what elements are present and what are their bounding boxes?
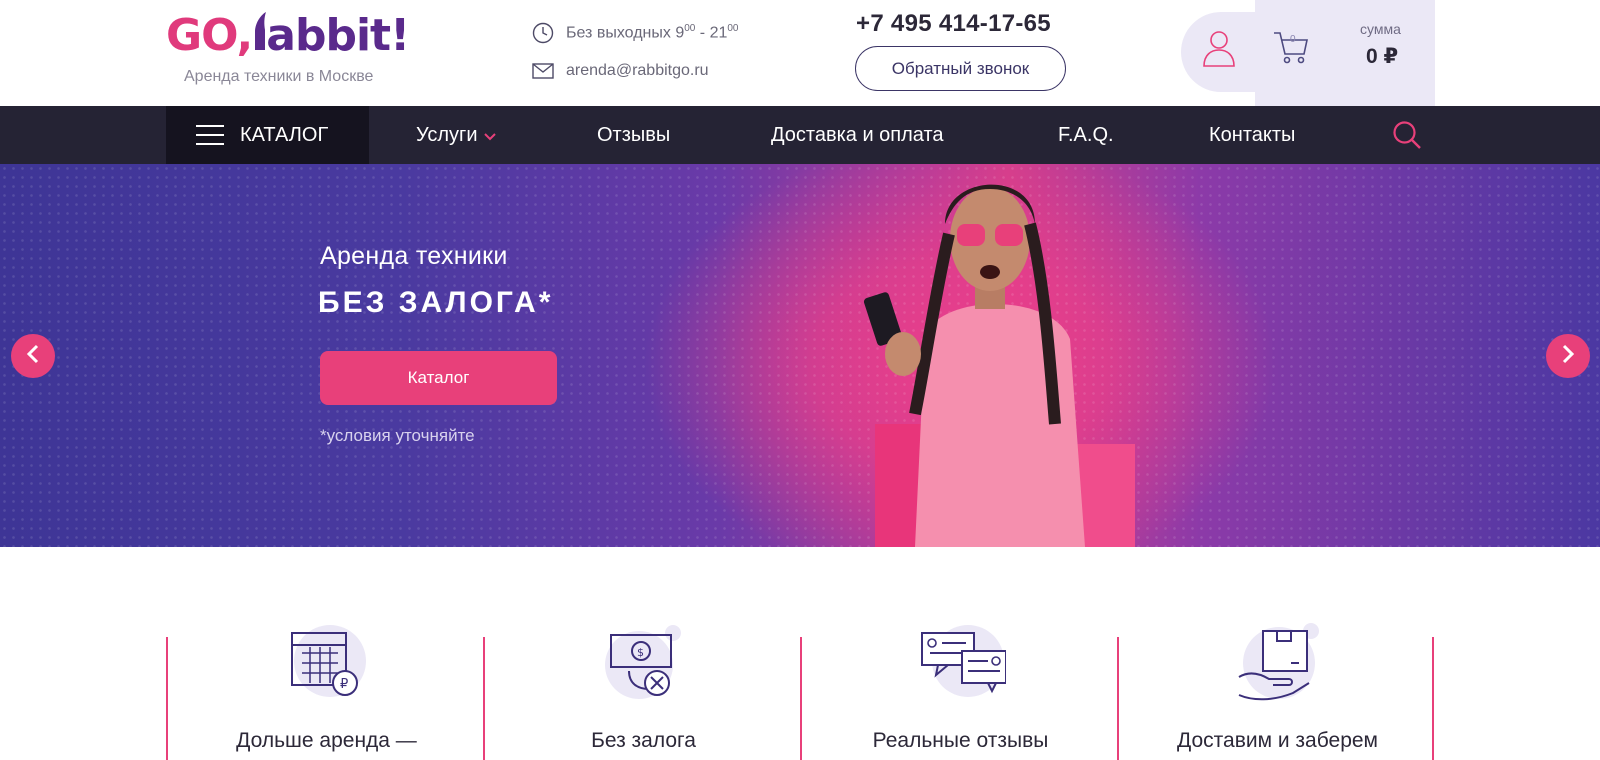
chevron-left-icon bbox=[25, 344, 41, 369]
feature-title: Доставим и заберем bbox=[1177, 729, 1378, 752]
delivery-box-hand-icon bbox=[1233, 621, 1323, 711]
svg-text:₽: ₽ bbox=[340, 677, 348, 692]
feature-title: Без залога bbox=[591, 729, 696, 752]
logo[interactable]: GO, abbit! Аренда техники в Москве bbox=[166, 10, 434, 98]
feature-title: Реальные отзывы bbox=[872, 729, 1049, 752]
cart-sum-label: сумма bbox=[1360, 21, 1401, 37]
chevron-right-icon bbox=[1560, 344, 1576, 369]
nav-item-contacts[interactable]: Контакты bbox=[1209, 106, 1295, 164]
callback-button[interactable]: Обратный звонок bbox=[855, 46, 1066, 91]
calendar-ruble-icon: ₽ bbox=[282, 621, 372, 711]
account-button[interactable] bbox=[1199, 28, 1239, 72]
working-hours: Без выходных 900 - 2100 bbox=[532, 22, 738, 44]
nav-item-faq[interactable]: F.A.Q. bbox=[1058, 106, 1114, 164]
email-link[interactable]: arenda@rabbitgo.ru bbox=[566, 62, 709, 80]
cart-count-badge: 0 bbox=[1290, 34, 1296, 45]
feature-card: Доставим и заберем bbox=[1117, 623, 1434, 760]
clock-icon bbox=[532, 22, 554, 44]
main-nav: КАТАЛОГ Услуги Отзывы Доставка и оплата … bbox=[0, 106, 1600, 164]
hamburger-icon bbox=[196, 125, 224, 145]
catalog-label: КАТАЛОГ bbox=[240, 123, 329, 146]
nav-item-delivery[interactable]: Доставка и оплата bbox=[771, 106, 944, 164]
chat-reviews-icon bbox=[916, 621, 1007, 711]
slider-prev-button[interactable] bbox=[11, 334, 55, 378]
catalog-menu-button[interactable]: КАТАЛОГ bbox=[166, 106, 369, 164]
search-icon bbox=[1392, 121, 1422, 154]
svg-text:$: $ bbox=[637, 646, 644, 659]
hero-slider: Аренда техники БЕЗ ЗАЛОГА* Каталог *усло… bbox=[0, 164, 1600, 547]
features-section: ₽ Дольше аренда — $ Без залога Реальные … bbox=[0, 547, 1600, 760]
hero-title: Аренда техники bbox=[320, 242, 508, 270]
email-contact[interactable]: arenda@rabbitgo.ru bbox=[532, 60, 709, 82]
feature-card: Реальные отзывы bbox=[800, 625, 1117, 760]
tagline: Аренда техники в Москве bbox=[184, 68, 374, 85]
search-button[interactable] bbox=[1392, 120, 1422, 150]
no-cash-icon: $ bbox=[599, 621, 689, 711]
cart-button[interactable] bbox=[1268, 26, 1314, 72]
logo-wordmark: GO, abbit! bbox=[166, 10, 410, 62]
hero-pattern bbox=[0, 164, 1600, 547]
feature-title: Дольше аренда — bbox=[236, 729, 417, 752]
feature-card: $ Без залога bbox=[483, 625, 800, 760]
nav-item-reviews[interactable]: Отзывы bbox=[597, 106, 670, 164]
feature-card: ₽ Дольше аренда — bbox=[166, 625, 483, 760]
hero-catalog-button[interactable]: Каталог bbox=[320, 351, 557, 405]
nav-item-services[interactable]: Услуги bbox=[416, 106, 496, 164]
hero-headline: БЕЗ ЗАЛОГА* bbox=[318, 286, 554, 319]
slider-next-button[interactable] bbox=[1546, 334, 1590, 378]
cart-sum-value: 0 ₽ bbox=[1366, 45, 1399, 68]
hero-footnote: *условия уточняйте bbox=[320, 426, 475, 445]
site-header: GO, abbit! Аренда техники в Москве Без вы… bbox=[0, 0, 1600, 106]
chevron-down-icon bbox=[483, 124, 496, 147]
phone-number[interactable]: +7 495 414-17-65 bbox=[856, 10, 1051, 38]
rabbit-ears-icon bbox=[252, 10, 267, 62]
mail-icon bbox=[532, 60, 554, 82]
user-icon bbox=[1202, 29, 1236, 72]
hero-photo-girl-with-phone bbox=[863, 184, 1135, 547]
